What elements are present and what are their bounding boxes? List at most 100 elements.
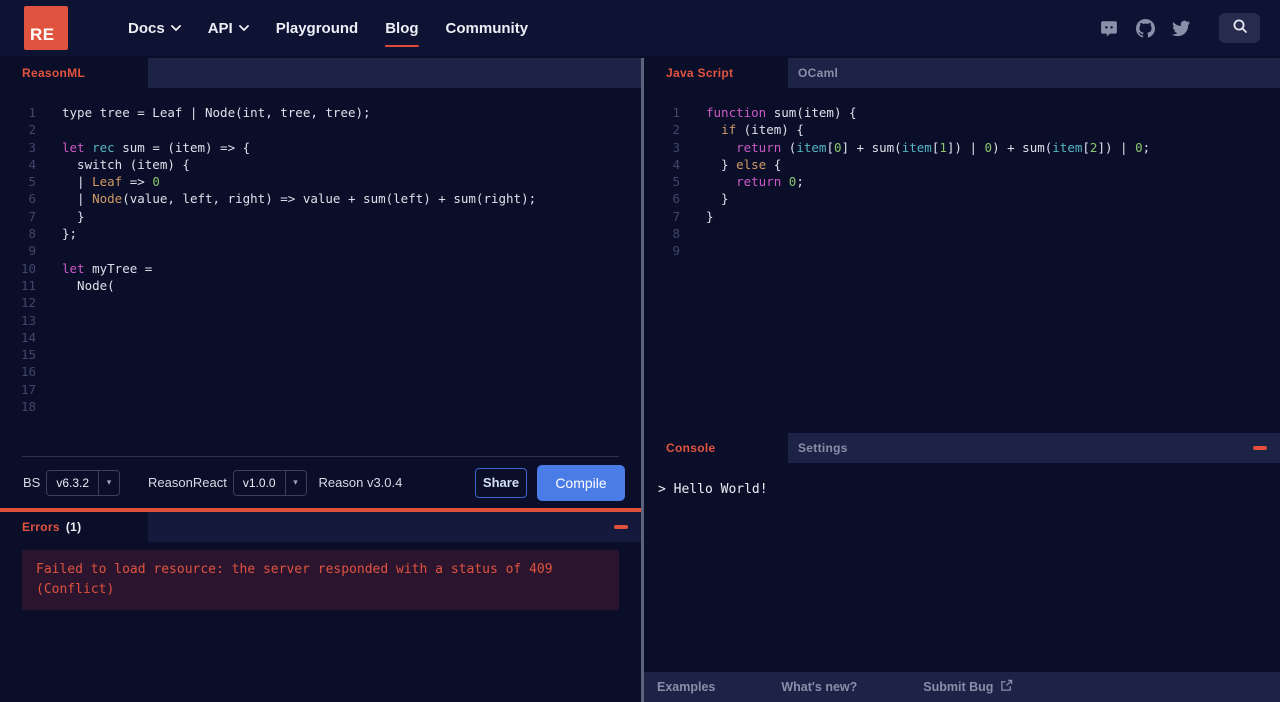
line-number: 7 — [28, 208, 36, 224]
line-number: 16 — [20, 364, 36, 380]
collapse-console-button[interactable] — [1253, 446, 1267, 450]
tab-ocaml[interactable]: OCaml — [788, 58, 838, 88]
line-number: 5 — [28, 174, 36, 190]
console-output: > Hello World! — [644, 463, 1280, 672]
reason-logo-text: RE — [30, 25, 55, 44]
line-number: 14 — [20, 329, 36, 345]
collapse-errors-button[interactable] — [614, 525, 628, 529]
code-line: 2 — [0, 121, 641, 138]
nav-link-playground[interactable]: Playground — [276, 14, 359, 43]
output-pane: Java Script OCaml 1 function sum(item) {2… — [644, 58, 1280, 702]
code-line: 9 — [0, 242, 641, 259]
chevron-down-icon — [170, 25, 181, 31]
line-number: 18 — [20, 399, 36, 415]
tab-settings[interactable]: Settings — [788, 433, 848, 463]
compile-toolbar: BS v6.3.2 ▾ ReasonReact v1.0.0 ▾ Reason … — [0, 457, 641, 508]
line-number: 3 — [672, 139, 680, 155]
code-line: 9 — [644, 242, 1280, 259]
line-number: 9 — [28, 243, 36, 259]
chevron-down-icon — [238, 25, 249, 31]
code-line: 11 Node( — [0, 277, 641, 294]
code-line: 16 — [0, 363, 641, 380]
code-line: 4 switch (item) { — [0, 156, 641, 173]
code-line: 8}; — [0, 225, 641, 242]
external-link-icon — [1000, 679, 1013, 695]
line-number: 4 — [28, 156, 36, 172]
twitter-icon[interactable] — [1171, 18, 1191, 38]
nav-link-docs[interactable]: Docs — [128, 14, 181, 43]
code-line: 7} — [644, 208, 1280, 225]
github-icon[interactable] — [1135, 18, 1155, 38]
line-number: 13 — [20, 312, 36, 328]
share-button[interactable]: Share — [475, 467, 527, 498]
code-line: 8 — [644, 225, 1280, 242]
reasonreact-label: ReasonReact — [148, 475, 227, 490]
code-line: 17 — [0, 381, 641, 398]
code-line: 18 — [0, 398, 641, 415]
nav-link-community[interactable]: Community — [446, 14, 529, 43]
line-number: 4 — [672, 156, 680, 172]
reason-editor[interactable]: 1 type tree = Leaf | Node(int, tree, tree… — [0, 88, 641, 456]
tab-javascript[interactable]: Java Script — [644, 58, 788, 88]
code-line: 10 let myTree = — [0, 260, 641, 277]
nav-link-blog[interactable]: Blog — [385, 14, 419, 47]
reason-tabstrip: ReasonML — [0, 58, 641, 88]
javascript-output-editor[interactable]: 1 function sum(item) {2 if (item) {3 retu… — [644, 88, 1280, 433]
line-number: 12 — [20, 295, 36, 311]
output-tabstrip: Java Script OCaml — [644, 58, 1280, 88]
code-line: 4 } else { — [644, 156, 1280, 173]
reasonreact-version-select[interactable]: v1.0.0 ▾ — [232, 469, 307, 496]
reason-version-text: Reason v3.0.4 — [318, 475, 403, 490]
footer-examples[interactable]: Examples — [657, 680, 715, 694]
code-line: 6 | Node(value, left, right) => value + … — [0, 190, 641, 207]
code-line: 5 | Leaf => 0 — [0, 173, 641, 190]
workspace: ReasonML 1 type tree = Leaf | Node(int, t… — [0, 56, 1280, 702]
code-line: 15 — [0, 346, 641, 363]
code-line: 12 — [0, 294, 641, 311]
line-number: 1 — [28, 105, 36, 120]
line-number: 1 — [672, 105, 680, 120]
line-number: 7 — [672, 208, 680, 224]
line-number: 6 — [28, 191, 36, 207]
line-number: 8 — [28, 226, 36, 242]
line-number: 9 — [672, 243, 680, 259]
tab-reasonml[interactable]: ReasonML — [0, 58, 148, 88]
nav-social-icons — [1099, 13, 1260, 43]
nav-link-api[interactable]: API — [208, 14, 249, 43]
select-caret-icon: ▾ — [98, 470, 119, 495]
reason-logo[interactable]: RE — [24, 6, 68, 50]
code-line: 3 let rec sum = (item) => { — [0, 139, 641, 156]
line-number: 17 — [20, 381, 36, 397]
footer-whats-new[interactable]: What's new? — [781, 680, 857, 694]
discord-icon[interactable] — [1099, 18, 1119, 38]
line-number: 2 — [672, 122, 680, 138]
code-line: 7 } — [0, 208, 641, 225]
code-line: 13 — [0, 312, 641, 329]
footer-submit-bug[interactable]: Submit Bug — [923, 679, 1013, 695]
errors-tabstrip: Errors (1) — [0, 512, 641, 542]
search-button[interactable] — [1219, 13, 1260, 43]
code-line: 1 type tree = Leaf | Node(int, tree, tree… — [0, 104, 641, 121]
line-number: 10 — [20, 260, 36, 276]
playground-footer: Examples What's new? Submit Bug — [644, 672, 1280, 702]
code-line: 14 — [0, 329, 641, 346]
code-line: 5 return 0; — [644, 173, 1280, 190]
line-number: 11 — [20, 277, 36, 293]
top-nav: RE Docs API Playground Blog Community — [0, 0, 1280, 56]
line-number: 15 — [20, 347, 36, 363]
tab-console[interactable]: Console — [644, 433, 788, 463]
bs-label: BS — [23, 475, 41, 490]
compile-button[interactable]: Compile — [537, 464, 625, 501]
line-number: 3 — [28, 139, 36, 155]
code-line: 6 } — [644, 190, 1280, 207]
line-number: 5 — [672, 174, 680, 190]
bs-version-select[interactable]: v6.3.2 ▾ — [46, 469, 121, 496]
code-line: 1 function sum(item) { — [644, 104, 1280, 121]
reason-pane: ReasonML 1 type tree = Leaf | Node(int, t… — [0, 58, 641, 702]
code-line: 3 return (item[0] + sum(item[1]) | 0) + … — [644, 139, 1280, 156]
select-caret-icon: ▾ — [284, 470, 306, 495]
error-message: Failed to load resource: the server resp… — [22, 550, 619, 610]
errors-count-badge: (1) — [65, 520, 82, 534]
tab-errors[interactable]: Errors (1) — [0, 512, 148, 542]
nav-links: Docs API Playground Blog Community — [128, 14, 529, 47]
